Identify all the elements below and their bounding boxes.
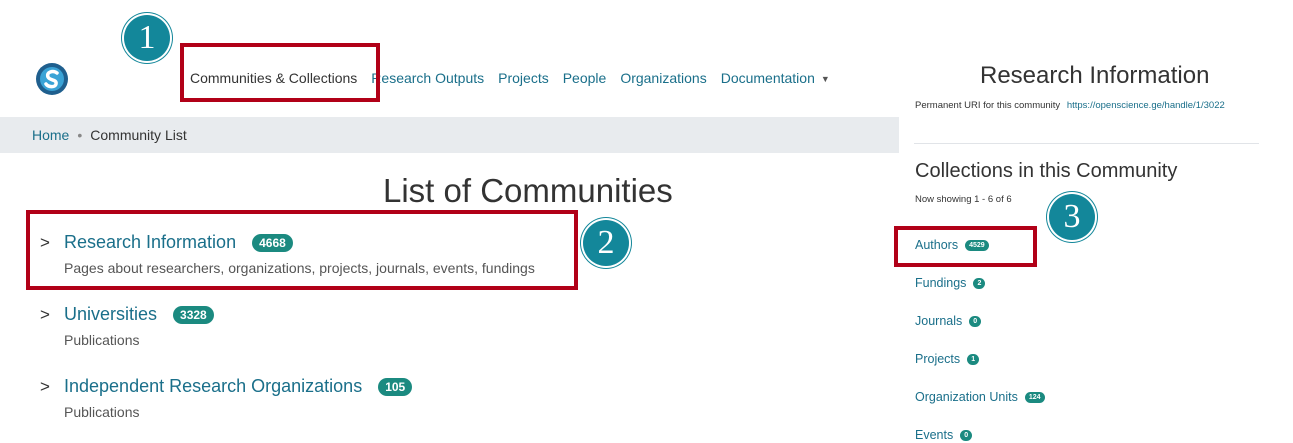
collection-item[interactable]: Journals 0 [915, 314, 982, 328]
collection-count-badge: 0 [960, 429, 973, 441]
uri-label: Permanent URI for this community [915, 100, 1061, 111]
annotation-number-2: 2 [583, 220, 629, 266]
community-link[interactable]: Independent Research Organizations [64, 376, 362, 397]
collection-item[interactable]: Fundings 2 [915, 276, 986, 290]
breadcrumb: Home • Community List [0, 117, 899, 153]
annotation-box-1 [180, 43, 380, 102]
collection-count-badge: 2 [973, 277, 986, 289]
community-description: Publications [64, 404, 140, 420]
collection-name: Organization Units [915, 390, 1018, 404]
count-badge: 105 [378, 377, 413, 396]
annotation-box-2 [26, 210, 578, 290]
site-logo[interactable] [35, 62, 69, 96]
collection-count-badge: 1 [967, 353, 980, 365]
community-description: Publications [64, 332, 140, 348]
nav-documentation-dropdown[interactable]: Documentation ▼ [721, 70, 830, 86]
nav-research-outputs[interactable]: Research Outputs [371, 70, 484, 86]
collection-count-badge: 124 [1024, 391, 1045, 403]
nav-documentation-label: Documentation [720, 70, 815, 86]
annotation-box-3 [894, 226, 1037, 267]
community-title: Research Information [980, 62, 1210, 89]
collection-count-badge: 0 [969, 315, 982, 327]
breadcrumb-current: Community List [90, 127, 187, 143]
permanent-uri: Permanent URI for this community https:/… [915, 100, 1225, 111]
annotation-number-1: 1 [124, 15, 170, 61]
nav-people[interactable]: People [563, 70, 607, 86]
collection-name: Projects [915, 352, 961, 366]
chevron-right-icon[interactable]: > [40, 305, 64, 325]
community-item: > Universities 3328 Publications [40, 304, 214, 348]
collection-item[interactable]: Organization Units 124 [915, 390, 1045, 404]
page-title: List of Communities [383, 172, 673, 209]
annotation-number-3: 3 [1049, 194, 1095, 240]
chevron-right-icon[interactable]: > [40, 377, 64, 397]
collection-name: Events [915, 428, 954, 442]
divider [914, 143, 1259, 144]
breadcrumb-separator: • [77, 127, 83, 143]
nav-projects[interactable]: Projects [498, 70, 549, 86]
collection-name: Fundings [915, 276, 967, 290]
community-item: > Independent Research Organizations 105… [40, 376, 413, 420]
breadcrumb-home[interactable]: Home [32, 127, 69, 143]
collection-item[interactable]: Projects 1 [915, 352, 980, 366]
nav-organizations[interactable]: Organizations [620, 70, 706, 86]
community-link[interactable]: Universities [64, 304, 157, 325]
collection-item[interactable]: Events 0 [915, 428, 973, 442]
caret-down-icon: ▼ [820, 74, 830, 85]
uri-link[interactable]: https://openscience.ge/handle/1/3022 [1067, 100, 1225, 111]
collection-name: Journals [915, 314, 963, 328]
collections-heading: Collections in this Community [915, 160, 1178, 182]
count-badge: 3328 [173, 305, 214, 324]
showing-count: Now showing 1 - 6 of 6 [915, 194, 1012, 205]
